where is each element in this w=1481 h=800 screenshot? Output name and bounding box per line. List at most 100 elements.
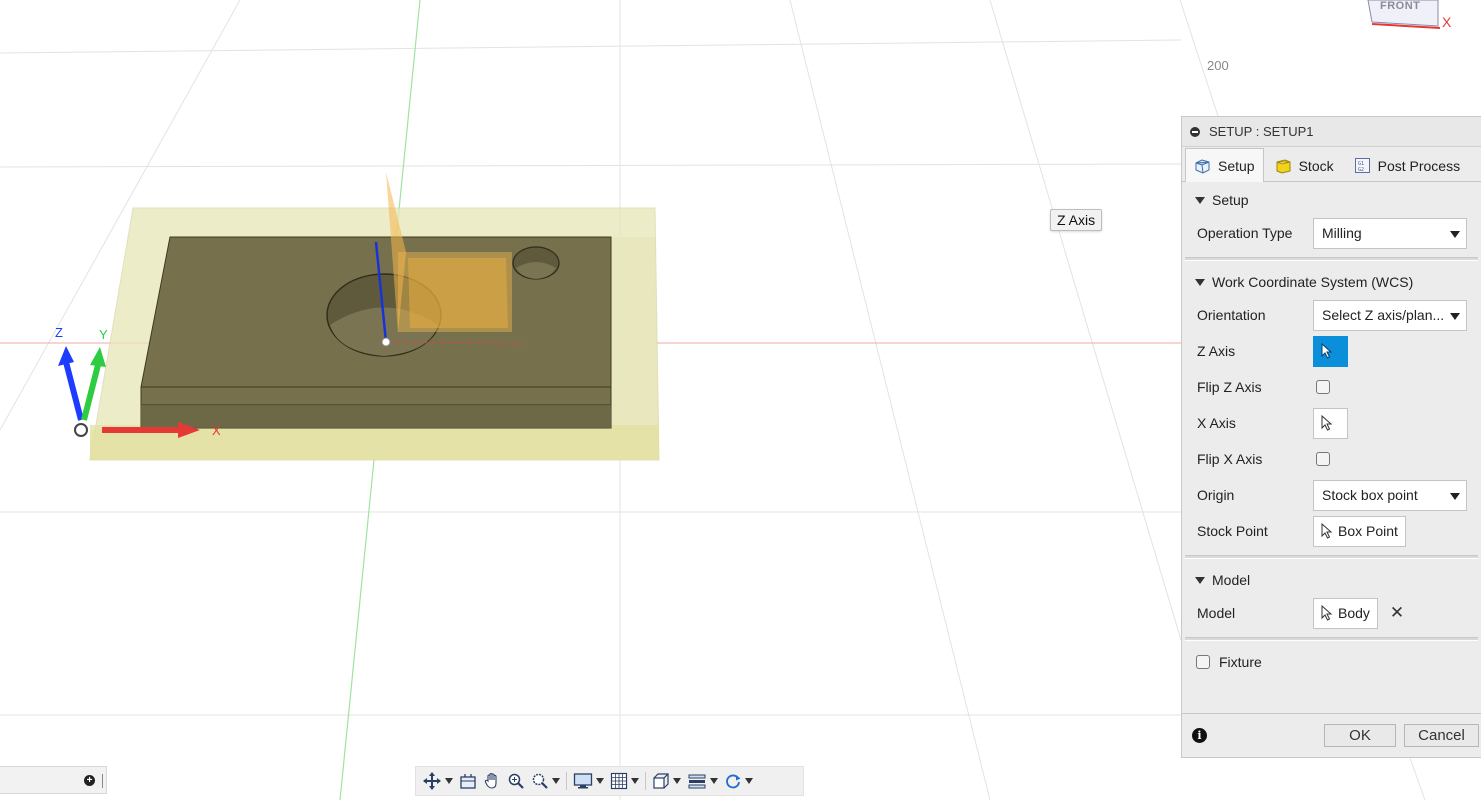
triad-x-label: X [212, 423, 221, 438]
operation-type-label: Operation Type [1197, 225, 1293, 241]
flip-x-axis-label: Flip X Axis [1197, 451, 1263, 467]
section-model-title: Model [1212, 572, 1251, 588]
selection-preview [374, 172, 526, 347]
toolbar-separator [566, 772, 567, 790]
model-label: Model [1197, 605, 1236, 621]
monitor-icon [573, 773, 593, 789]
look-at-icon [460, 774, 476, 789]
minimize-icon[interactable] [1190, 126, 1200, 137]
stock-point-label: Stock Point [1197, 523, 1268, 539]
tab-post-process[interactable]: G1 G2 Post Process [1345, 149, 1469, 181]
stock-point-row: Stock Point Box Point [1182, 513, 1481, 549]
dropdown-caret-icon [673, 778, 681, 784]
clear-selection-icon[interactable]: ✕ [1390, 603, 1404, 623]
collapse-triangle-icon [1195, 196, 1205, 204]
dropdown-caret-icon [596, 778, 604, 784]
origin-row: Origin Stock box point [1182, 477, 1481, 513]
add-comment-icon[interactable]: + [84, 775, 95, 786]
x-axis-row: X Axis [1182, 405, 1481, 441]
z-axis-label: Z Axis [1197, 343, 1236, 359]
dropdown-caret-icon [745, 778, 753, 784]
fixture-label: Fixture [1219, 654, 1262, 670]
fixture-checkbox[interactable] [1196, 655, 1210, 669]
dialog-footer: i OK Cancel [1182, 713, 1481, 757]
ok-button[interactable]: OK [1324, 724, 1396, 747]
grid-icon [610, 772, 628, 790]
tab-setup-label: Setup [1218, 157, 1255, 174]
x-axis-label: X Axis [1197, 415, 1236, 431]
orientation-value: Select Z axis/plan... [1322, 307, 1445, 323]
cursor-arrow-icon [1321, 523, 1333, 539]
tab-stock[interactable]: Stock [1266, 149, 1343, 181]
tab-stock-label: Stock [1298, 157, 1334, 174]
origin-value: Stock box point [1322, 487, 1418, 503]
dropdown-caret-icon [552, 778, 560, 784]
viewcube-front-label[interactable]: FRONT [1380, 0, 1420, 12]
refresh-icon [726, 774, 741, 789]
section-analysis-button[interactable] [687, 769, 718, 793]
comments-bar: + [0, 766, 107, 794]
triad-y-label: Y [99, 327, 108, 342]
dropdown-caret-icon [710, 778, 718, 784]
section-divider [1185, 257, 1478, 261]
info-icon[interactable]: i [1192, 728, 1207, 743]
cursor-arrow-icon [1321, 343, 1333, 359]
setup-icon [1194, 157, 1211, 174]
stock-point-select-button[interactable]: Box Point [1313, 515, 1406, 547]
z-axis-row: Z Axis [1182, 333, 1481, 369]
orientation-row: Orientation Select Z axis/plan... [1182, 297, 1481, 333]
flip-z-axis-checkbox[interactable] [1316, 380, 1330, 394]
section-fixture-header[interactable]: Fixture [1182, 647, 1481, 677]
dropdown-caret-icon [631, 778, 639, 784]
model-select-button[interactable]: Body [1313, 597, 1378, 629]
orientation-label: Orientation [1197, 307, 1266, 323]
flip-x-axis-checkbox[interactable] [1316, 452, 1330, 466]
zoom-window-icon [532, 773, 548, 789]
setup-dialog: SETUP : SETUP1 Setup Stock G1 G2 Post Pro… [1181, 116, 1481, 758]
operation-type-row: Operation Type Milling [1182, 215, 1481, 251]
dialog-header: SETUP : SETUP1 [1182, 117, 1481, 147]
orientation-select[interactable]: Select Z axis/plan... [1313, 299, 1467, 331]
refresh-button[interactable] [724, 769, 753, 793]
view-cube-icon [653, 773, 669, 789]
collapse-triangle-icon [1195, 278, 1205, 286]
section-setup-header[interactable]: Setup [1182, 185, 1481, 215]
navigation-toolbar [415, 766, 804, 796]
grid-settings-button[interactable] [610, 769, 639, 793]
display-settings-button[interactable] [573, 769, 604, 793]
operation-type-value: Milling [1322, 225, 1362, 241]
section-model-header[interactable]: Model [1182, 565, 1481, 595]
origin-select[interactable]: Stock box point [1313, 479, 1467, 511]
x-axis-select-button[interactable] [1313, 407, 1348, 439]
section-divider [1185, 637, 1478, 641]
dropdown-caret-icon [445, 778, 453, 784]
section-wcs-title: Work Coordinate System (WCS) [1212, 274, 1414, 290]
operation-type-select[interactable]: Milling [1313, 217, 1467, 249]
hand-icon [484, 772, 497, 789]
stock-point-value: Box Point [1338, 523, 1398, 539]
viewports-button[interactable] [652, 769, 681, 793]
model-value: Body [1338, 605, 1370, 621]
orbit-button[interactable] [422, 769, 453, 793]
viewcube-x-label: X [1442, 14, 1452, 30]
cursor-arrow-icon [1321, 605, 1333, 621]
pan-button[interactable] [483, 769, 501, 793]
cancel-button[interactable]: Cancel [1404, 724, 1479, 747]
collapse-triangle-icon [1195, 576, 1205, 584]
section-wcs-header[interactable]: Work Coordinate System (WCS) [1182, 267, 1481, 297]
origin-label: Origin [1197, 487, 1235, 503]
fit-button[interactable] [531, 769, 560, 793]
tab-post-process-label: Post Process [1377, 157, 1461, 174]
post-process-icon: G1 G2 [1354, 157, 1371, 174]
section-setup-title: Setup [1212, 192, 1249, 208]
layers-icon [688, 774, 706, 789]
dropdown-caret-icon [1450, 492, 1460, 500]
zoom-button[interactable] [507, 769, 525, 793]
z-axis-select-button[interactable] [1313, 335, 1348, 367]
look-at-button[interactable] [459, 769, 477, 793]
model-row: Model Body ✕ [1182, 595, 1481, 631]
dialog-title: SETUP : SETUP1 [1209, 124, 1314, 139]
tab-setup[interactable]: Setup [1185, 148, 1264, 182]
part-body[interactable] [140, 236, 612, 429]
triad-z-label: Z [55, 325, 63, 340]
